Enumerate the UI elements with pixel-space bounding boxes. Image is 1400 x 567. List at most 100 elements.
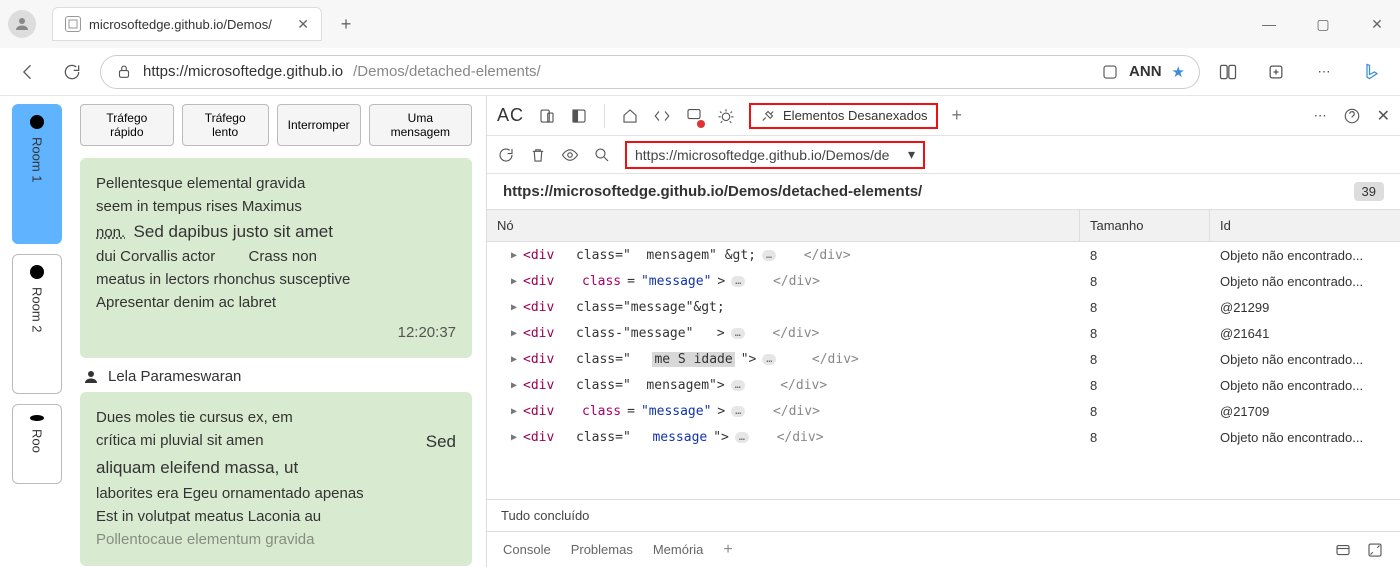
url-input[interactable]: https://microsoftedge.github.io/Demos/de… [100,55,1200,89]
col-node-header[interactable]: Nó [487,210,1080,241]
expand-triangle-icon[interactable]: ▶ [511,406,517,417]
room-label: Roo [30,429,45,453]
message-bubble: Pellentesque elemental gravida seem in t… [80,158,472,358]
msg-text: Sed [426,429,456,455]
table-row[interactable]: ▶ <div class=" mensagem" &gt;… </div>8Ob… [487,242,1400,268]
room-3[interactable]: Roo [12,404,62,484]
devtools-panel: AC Elementos Desanexados + ⋯ ✕ [487,96,1400,567]
msg-text: Dues moles tie cursus ex, em [96,406,456,429]
dropdown-caret-icon[interactable]: ▾ [908,146,915,163]
sender-name: Lela Parameswaran [108,368,241,385]
stop-button[interactable]: Interromper [277,104,361,146]
expand-triangle-icon[interactable]: ▶ [511,354,517,365]
close-devtools-button[interactable]: ✕ [1377,106,1390,126]
message-bubble: Dues moles tie cursus ex, em crítica mi … [80,392,472,566]
msg-text: meatus in lectors rhonchus susceptive [96,268,456,291]
expand-triangle-icon[interactable]: ▶ [511,380,517,391]
help-icon[interactable] [1343,107,1361,125]
app-icon[interactable] [1101,63,1119,81]
expand-triangle-icon[interactable]: ▶ [511,276,517,287]
browser-tab[interactable]: microsoftedge.github.io/Demos/ ✕ [52,7,322,41]
address-bar: https://microsoftedge.github.io/Demos/de… [0,48,1400,96]
msg-text: crítica mi pluvial sit amen [96,429,264,455]
split-screen-icon[interactable] [1212,56,1244,88]
expand-drawer-icon[interactable] [1366,541,1384,559]
device-toggle-icon[interactable] [538,107,556,125]
profile-avatar[interactable] [8,10,36,38]
sender-avatar-icon [82,368,100,386]
inspect-badge[interactable]: AC [497,105,524,126]
expand-triangle-icon[interactable]: ▶ [511,328,517,339]
tab-label: Elementos Desanexados [783,108,928,123]
expand-triangle-icon[interactable]: ▶ [511,250,517,261]
room-2[interactable]: Room 2 [12,254,62,394]
devtools-tabbar: AC Elementos Desanexados + ⋯ ✕ [487,96,1400,136]
welcome-icon[interactable] [621,107,639,125]
search-icon[interactable] [593,146,611,164]
menu-button[interactable]: ⋯ [1308,56,1340,88]
tab-close-icon[interactable]: ✕ [297,16,309,33]
back-button[interactable] [12,56,44,88]
table-row[interactable]: ▶ <div class-"message" >… </div>8@21641 [487,320,1400,346]
table-row[interactable]: ▶ <div class="message"&gt;8@21299 [487,294,1400,320]
message-feed: Tráfego rápido Tráfego lento Interromper… [70,96,486,567]
refresh-button[interactable] [56,56,88,88]
table-row[interactable]: ▶ <div class=" mensagem">… </div>8Objeto… [487,372,1400,398]
col-size-header[interactable]: Tamanho [1080,210,1210,241]
minimize-button[interactable]: — [1254,16,1284,33]
msg-text: non. [96,224,125,241]
more-tabs-button[interactable]: + [952,105,963,126]
msg-text: aliquam eleifend massa, ut [96,455,456,481]
fast-traffic-button[interactable]: Tráfego rápido [80,104,174,146]
elements-icon[interactable] [653,107,671,125]
eye-icon[interactable] [561,146,579,164]
filter-value: https://microsoftedge.github.io/Demos/de [635,147,889,163]
status-line: Tudo concluído [487,499,1400,531]
dock-icon[interactable] [570,107,588,125]
bug-icon[interactable] [717,107,735,125]
issues-icon[interactable] [1334,541,1352,559]
trash-icon[interactable] [529,146,547,164]
demo-app: Room 1 Room 2 Roo Tráfego rápido Tráfego… [0,96,487,567]
maximize-button[interactable]: ▢ [1308,16,1338,33]
origin-row: https://microsoftedge.github.io/Demos/de… [487,174,1400,209]
msg-text: dui Corvallis actor Crass non [96,245,456,268]
count-badge: 39 [1354,182,1384,201]
msg-text: Pellentesque elemental gravida [96,172,456,195]
bing-icon[interactable] [1356,56,1388,88]
table-row[interactable]: ▶ <div class=" message">… </div>8Objeto … [487,424,1400,450]
one-message-button[interactable]: Uma mensagem [369,104,472,146]
refresh-icon[interactable] [497,146,515,164]
expand-triangle-icon[interactable]: ▶ [511,302,517,313]
collections-icon[interactable] [1260,56,1292,88]
drawer-memory-tab[interactable]: Memória [653,542,704,557]
drawer-console-tab[interactable]: Console [503,542,551,557]
favicon-icon [65,16,81,32]
titlebar: microsoftedge.github.io/Demos/ ✕ + — ▢ ✕ [0,0,1400,48]
table-body: ▶ <div class=" mensagem" &gt;… </div>8Ob… [487,242,1400,450]
expand-triangle-icon[interactable]: ▶ [511,432,517,443]
table-row[interactable]: ▶ <div class="message">… </div>8Objeto n… [487,268,1400,294]
msg-timestamp: 12:20:37 [96,321,456,344]
table-header: Nó Tamanho Id [487,209,1400,242]
msg-text: Sed dapibus justo sit amet [134,222,333,241]
favorite-star-icon[interactable]: ★ [1172,63,1185,81]
slow-traffic-button[interactable]: Tráfego lento [182,104,269,146]
new-tab-button[interactable]: + [330,8,362,40]
col-id-header[interactable]: Id [1210,210,1400,241]
window-controls: — ▢ ✕ [1254,16,1392,33]
network-icon[interactable] [685,105,703,126]
room-1[interactable]: Room 1 [12,104,62,244]
detached-elements-tab[interactable]: Elementos Desanexados [749,103,938,129]
profile-label: ANN [1129,63,1162,80]
close-window-button[interactable]: ✕ [1362,16,1392,33]
url-path: /Demos/detached-elements/ [353,63,541,80]
drawer-problems-tab[interactable]: Problemas [571,542,633,557]
filter-input[interactable]: https://microsoftedge.github.io/Demos/de… [625,141,925,169]
more-button[interactable]: ⋯ [1314,108,1327,124]
table-row[interactable]: ▶ <div class="message">… </div>8@21709 [487,398,1400,424]
status-dot-icon [30,415,44,421]
status-dot-icon [30,115,44,129]
drawer-add-button[interactable]: + [723,541,732,559]
table-row[interactable]: ▶ <div class=" me S idade">… </div>8Obje… [487,346,1400,372]
